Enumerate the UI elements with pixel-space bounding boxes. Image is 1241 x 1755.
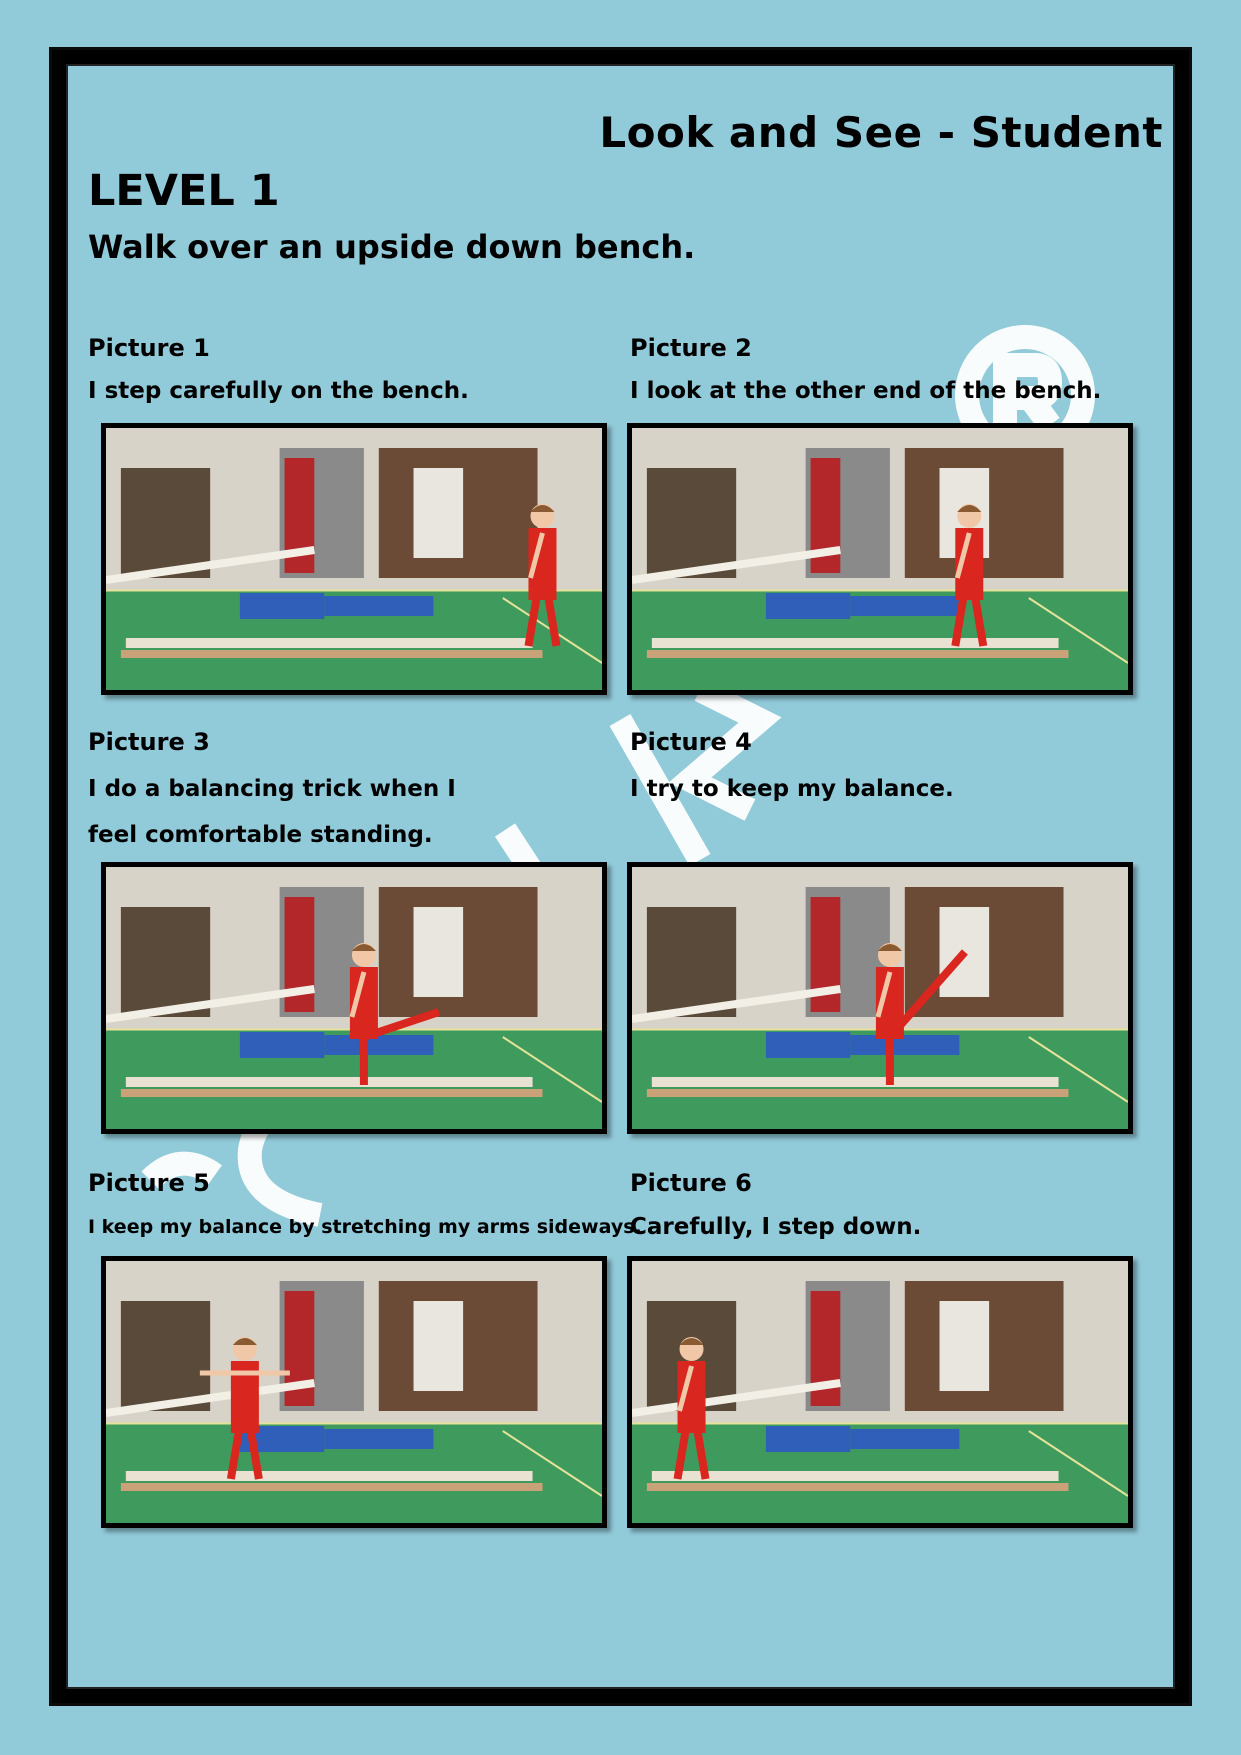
picture-1-photo: [101, 423, 607, 695]
picture-4-photo: [627, 862, 1133, 1134]
picture-5-photo: [101, 1256, 607, 1528]
picture-6-photo: [627, 1256, 1133, 1528]
picture-4-label: Picture 4: [630, 728, 752, 756]
gym-scene-illustration: [106, 867, 602, 1129]
document-title: Look and See - Student: [599, 108, 1163, 157]
picture-3-label: Picture 3: [88, 728, 210, 756]
gym-scene-illustration: [632, 428, 1128, 690]
gym-scene-illustration: [632, 867, 1128, 1129]
picture-5-caption: I keep my balance by stretching my arms …: [88, 1216, 642, 1238]
picture-6-caption: Carefully, I step down.: [630, 1214, 922, 1240]
task-description: Walk over an upside down bench.: [88, 228, 696, 266]
picture-2-caption: I look at the other end of the bench.: [630, 378, 1102, 404]
picture-2-label: Picture 2: [630, 334, 752, 362]
picture-1-label: Picture 1: [88, 334, 210, 362]
picture-4-caption: I try to keep my balance.: [630, 776, 954, 802]
level-heading: LEVEL 1: [88, 166, 280, 216]
picture-1-caption: I step carefully on the bench.: [88, 378, 469, 404]
gym-scene-illustration: [106, 1261, 602, 1523]
picture-5-label: Picture 5: [88, 1169, 210, 1197]
gym-scene-illustration: [106, 428, 602, 690]
picture-6-label: Picture 6: [630, 1169, 752, 1197]
picture-2-photo: [627, 423, 1133, 695]
picture-3-caption-line-1: I do a balancing trick when I: [88, 776, 456, 802]
picture-3-caption-line-2: feel comfortable standing.: [88, 822, 433, 848]
gym-scene-illustration: [632, 1261, 1128, 1523]
picture-3-photo: [101, 862, 607, 1134]
